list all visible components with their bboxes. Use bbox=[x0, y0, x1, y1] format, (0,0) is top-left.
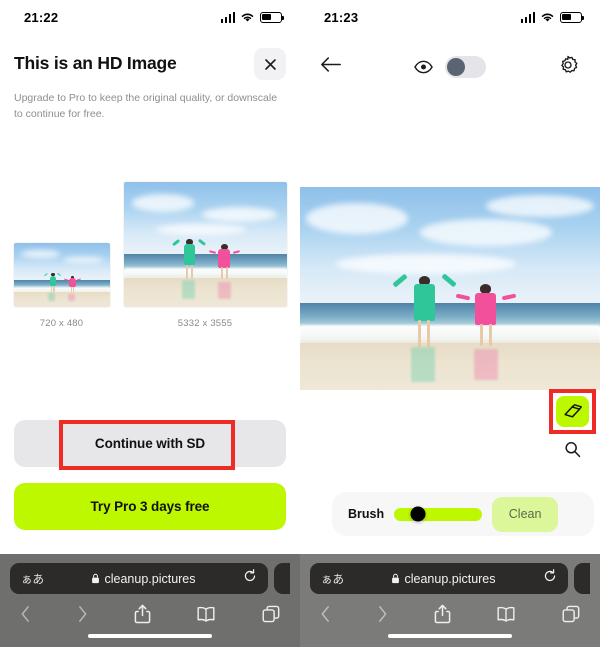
url-text: cleanup.pictures bbox=[104, 571, 196, 586]
forward-arrow-icon[interactable] bbox=[377, 605, 388, 623]
preview-toggle-group bbox=[342, 56, 558, 78]
adjacent-tab-peek[interactable] bbox=[274, 563, 290, 594]
before-after-toggle[interactable] bbox=[445, 56, 486, 78]
beach-photo bbox=[123, 181, 287, 307]
original-option[interactable]: 5332 x 3555 bbox=[123, 181, 287, 329]
reload-icon bbox=[244, 569, 256, 582]
cellular-signal-icon bbox=[520, 11, 535, 23]
status-bar: 21:23 bbox=[300, 0, 600, 34]
editor-tools bbox=[556, 396, 589, 463]
safari-browser-bar: ぁあ cleanup.pictures bbox=[0, 554, 300, 647]
home-indicator bbox=[388, 633, 512, 638]
url-display: cleanup.pictures bbox=[44, 572, 243, 586]
cellular-signal-icon bbox=[220, 11, 235, 23]
back-button[interactable] bbox=[320, 56, 342, 78]
editor-canvas-area bbox=[300, 187, 600, 390]
forward-arrow-icon[interactable] bbox=[77, 605, 88, 623]
eraser-tool-button[interactable] bbox=[556, 396, 589, 427]
try-pro-button[interactable]: Try Pro 3 days free bbox=[14, 483, 286, 530]
share-icon[interactable] bbox=[434, 604, 451, 624]
magnifier-icon bbox=[565, 442, 581, 458]
adjacent-tab-peek[interactable] bbox=[574, 563, 590, 594]
dialog-actions: Continue with SD Try Pro 3 days free bbox=[0, 420, 300, 530]
right-phone-screen: 21:23 Brush Clean ぁあ cleanup.pictures bbox=[300, 0, 600, 647]
back-arrow-icon bbox=[321, 57, 341, 72]
back-arrow-icon[interactable] bbox=[320, 605, 331, 623]
status-time: 21:23 bbox=[324, 9, 359, 25]
tabs-icon[interactable] bbox=[562, 605, 580, 623]
wifi-icon bbox=[541, 13, 554, 22]
wifi-icon bbox=[241, 13, 254, 22]
gear-icon bbox=[561, 55, 578, 73]
address-row: ぁあ cleanup.pictures bbox=[300, 554, 600, 594]
left-phone-screen: 21:22 This is an HD Image Upgrade to Pro… bbox=[0, 0, 300, 647]
address-row: ぁあ cleanup.pictures bbox=[0, 554, 300, 594]
slider-knob[interactable] bbox=[410, 506, 426, 522]
downscaled-thumbnail[interactable] bbox=[13, 242, 110, 307]
reload-icon bbox=[544, 569, 556, 582]
beach-photo bbox=[13, 242, 110, 307]
safari-browser-bar: ぁあ cleanup.pictures bbox=[300, 554, 600, 647]
browser-nav-row bbox=[300, 594, 600, 624]
original-resolution-label: 5332 x 3555 bbox=[177, 317, 233, 329]
url-text: cleanup.pictures bbox=[404, 571, 496, 586]
share-icon[interactable] bbox=[134, 604, 151, 624]
hd-dialog-header: This is an HD Image bbox=[0, 34, 300, 80]
close-button[interactable] bbox=[254, 48, 286, 80]
zoom-tool-button[interactable] bbox=[564, 441, 581, 463]
status-time: 21:22 bbox=[24, 9, 59, 25]
page-title: This is an HD Image bbox=[14, 53, 177, 73]
tabs-icon[interactable] bbox=[262, 605, 280, 623]
browser-nav-row bbox=[0, 594, 300, 624]
editor-toolbar bbox=[300, 44, 600, 90]
close-icon bbox=[264, 58, 276, 70]
home-indicator bbox=[88, 633, 212, 638]
downscaled-option[interactable]: 720 x 480 bbox=[13, 242, 110, 329]
clean-button[interactable]: Clean bbox=[492, 496, 559, 532]
eye-icon[interactable] bbox=[414, 60, 433, 74]
url-display: cleanup.pictures bbox=[344, 572, 543, 586]
status-indicators bbox=[520, 11, 584, 23]
brush-label: Brush bbox=[348, 507, 385, 521]
beach-photo bbox=[300, 187, 600, 390]
toggle-knob bbox=[447, 58, 465, 76]
continue-with-sd-button[interactable]: Continue with SD bbox=[14, 420, 286, 467]
address-bar[interactable]: ぁあ cleanup.pictures bbox=[310, 563, 568, 594]
editing-canvas[interactable] bbox=[300, 187, 600, 390]
hd-dialog-subtitle: Upgrade to Pro to keep the original qual… bbox=[14, 92, 278, 121]
status-bar: 21:22 bbox=[0, 0, 300, 34]
reload-button[interactable] bbox=[243, 569, 257, 588]
back-arrow-icon[interactable] bbox=[20, 605, 31, 623]
brush-size-slider[interactable] bbox=[394, 506, 483, 522]
brush-control-bar: Brush Clean bbox=[332, 492, 594, 536]
lock-icon bbox=[392, 573, 400, 584]
original-thumbnail[interactable] bbox=[123, 181, 287, 307]
text-size-button[interactable]: ぁあ bbox=[21, 571, 44, 587]
downscaled-resolution-label: 720 x 480 bbox=[39, 317, 84, 329]
lock-icon bbox=[92, 573, 100, 584]
status-indicators bbox=[220, 11, 284, 23]
address-bar[interactable]: ぁあ cleanup.pictures bbox=[10, 563, 268, 594]
book-icon[interactable] bbox=[496, 606, 516, 622]
image-comparison: 720 x 480 5332 x 3555 bbox=[0, 179, 300, 329]
battery-icon bbox=[260, 11, 284, 23]
book-icon[interactable] bbox=[196, 606, 216, 622]
battery-icon bbox=[560, 11, 584, 23]
text-size-button[interactable]: ぁあ bbox=[321, 571, 344, 587]
eraser-icon bbox=[564, 404, 582, 418]
screenshot-pair: 21:22 This is an HD Image Upgrade to Pro… bbox=[0, 0, 600, 647]
reload-button[interactable] bbox=[543, 569, 557, 588]
settings-button[interactable] bbox=[558, 55, 578, 80]
